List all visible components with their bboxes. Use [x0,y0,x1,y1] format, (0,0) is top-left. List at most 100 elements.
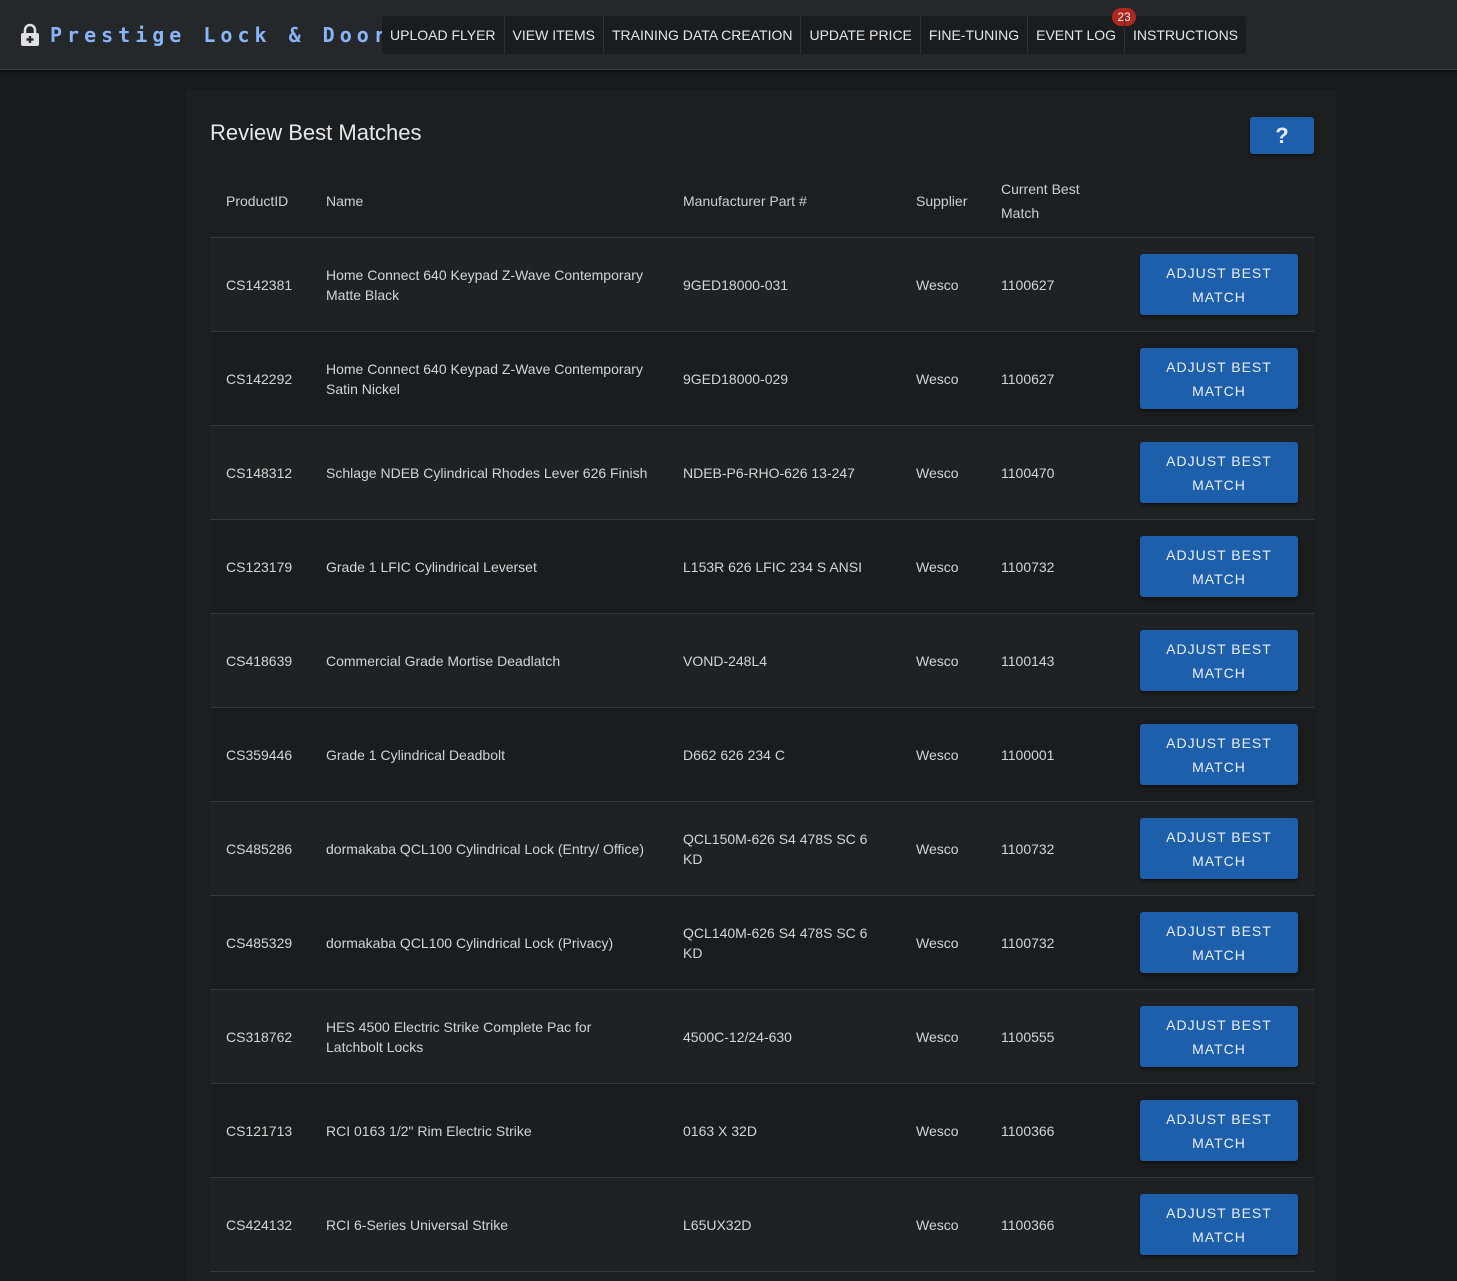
table-row: CS359446 Grade 1 Cylindrical Deadbolt D6… [210,707,1314,802]
adjust-best-match-button[interactable]: ADJUST BEST MATCH [1140,254,1298,315]
nav-instructions[interactable]: INSTRUCTIONS [1124,16,1246,54]
lock-icon [21,23,39,46]
header-current-best-match: Current Best Match [985,165,1103,238]
cell-supplier: Wesco [900,331,985,426]
table-row: CS318762 HES 4500 Electric Strike Comple… [210,989,1314,1084]
cell-name: HES 4500 Electric Strike Complete Pac fo… [310,989,667,1084]
nav-view-items[interactable]: VIEW ITEMS [503,16,603,54]
nav-training-data-creation[interactable]: TRAINING DATA CREATION [603,16,800,54]
nav-fine-tuning[interactable]: FINE-TUNING [919,16,1027,54]
cell-manufacturer-part: L153R 626 LFIC 234 S ANSI [667,519,900,614]
nav-upload-flyer[interactable]: UPLOAD FLYER [382,16,504,54]
cell-current-best-match: 1100470 [985,425,1103,520]
cell-supplier: Wesco [900,425,985,520]
cell-name: Schlage NDEB Cylindrical Rhodes Lever 62… [310,425,667,520]
cell-supplier: Wesco [900,989,985,1084]
cell-product-id: CS359446 [210,707,310,802]
cell-name: Commercial Grade Mortise Deadlatch [310,613,667,708]
table-row: CS142292 Home Connect 640 Keypad Z-Wave … [210,331,1314,426]
cell-name: Grade 1 Cylindrical Deadbolt [310,707,667,802]
cell-action: ADJUST BEST MATCH [1103,237,1314,332]
cell-current-best-match: 1100555 [985,989,1103,1084]
cell-supplier: Wesco [900,707,985,802]
cell-product-id: CS485286 [210,801,310,896]
cell-current-best-match: 1100143 [985,613,1103,708]
cell-product-id: CS148312 [210,425,310,520]
cell-manufacturer-part: L65UX32D [667,1177,900,1272]
table-row: CS148312 Schlage NDEB Cylindrical Rhodes… [210,425,1314,520]
cell-current-best-match: 1100732 [985,895,1103,990]
cell-manufacturer-part: 4500C-12/24-630 [667,989,900,1084]
cell-name: Grade 1 LFIC Cylindrical Leverset [310,519,667,614]
cell-product-id: CS418639 [210,613,310,708]
cell-product-id: CS142292 [210,331,310,426]
cell-action: ADJUST BEST MATCH [1103,613,1314,708]
cell-name: RCI 0163 1/2" Rim Electric Strike [310,1083,667,1178]
cell-product-id: CS318762 [210,989,310,1084]
cell-manufacturer-part: QCL140M-626 S4 478S SC 6 KD [667,895,900,990]
cell-name: Home Connect 640 Keypad Z-Wave Contempor… [310,237,667,332]
table-header-row: ProductID Name Manufacturer Part # Suppl… [210,165,1314,238]
cell-supplier: Wesco [900,1083,985,1178]
cell-manufacturer-part: VOND-248L4 [667,613,900,708]
cell-manufacturer-part: 9GED18000-029 [667,331,900,426]
cell-current-best-match: 1100001 [985,707,1103,802]
adjust-best-match-button[interactable]: ADJUST BEST MATCH [1140,724,1298,785]
nav-update-price[interactable]: UPDATE PRICE [800,16,919,54]
table-row: CS485286 dormakaba QCL100 Cylindrical Lo… [210,801,1314,896]
adjust-best-match-button[interactable]: ADJUST BEST MATCH [1140,1100,1298,1161]
adjust-best-match-button[interactable]: ADJUST BEST MATCH [1140,348,1298,409]
brand[interactable]: Prestige Lock & Door [20,22,391,48]
header-product-id: ProductID [210,165,310,238]
adjust-best-match-button[interactable]: ADJUST BEST MATCH [1140,1006,1298,1067]
help-button[interactable]: ? [1250,117,1314,154]
cell-manufacturer-part: NDEB-P6-RHO-626 13-247 [667,425,900,520]
cell-action: ADJUST BEST MATCH [1103,331,1314,426]
table-row: CS121713 RCI 0163 1/2" Rim Electric Stri… [210,1083,1314,1178]
cell-action: ADJUST BEST MATCH [1103,989,1314,1084]
cell-product-id: CS142381 [210,237,310,332]
cell-action: ADJUST BEST MATCH [1103,1083,1314,1178]
cell-name: RCI 6-Series Universal Strike [310,1177,667,1272]
table-row: CS418639 Commercial Grade Mortise Deadla… [210,613,1314,708]
header-action [1103,165,1314,238]
cell-product-id: CS424132 [210,1177,310,1272]
table-row: CS123179 Grade 1 LFIC Cylindrical Levers… [210,519,1314,614]
header-name: Name [310,165,667,238]
table-row: CS485329 dormakaba QCL100 Cylindrical Lo… [210,895,1314,990]
header-manufacturer-part: Manufacturer Part # [667,165,900,238]
cell-current-best-match: 1100627 [985,237,1103,332]
cell-action: ADJUST BEST MATCH [1103,707,1314,802]
cell-supplier: Wesco [900,895,985,990]
adjust-best-match-button[interactable]: ADJUST BEST MATCH [1140,442,1298,503]
cell-current-best-match: 1100732 [985,801,1103,896]
adjust-best-match-button[interactable]: ADJUST BEST MATCH [1140,630,1298,691]
cell-action: ADJUST BEST MATCH [1103,895,1314,990]
adjust-best-match-button[interactable]: ADJUST BEST MATCH [1140,536,1298,597]
brand-name: Prestige Lock & Door [50,23,391,47]
cell-action: ADJUST BEST MATCH [1103,801,1314,896]
cell-current-best-match: 1100366 [985,1177,1103,1272]
cell-current-best-match: 1100732 [985,519,1103,614]
main-nav: UPLOAD FLYER VIEW ITEMS TRAINING DATA CR… [382,8,1247,54]
cell-manufacturer-part: 9GED18000-031 [667,237,900,332]
cell-supplier: Wesco [900,237,985,332]
cell-manufacturer-part: QCL150M-626 S4 478S SC 6 KD [667,801,900,896]
cell-product-id: CS121713 [210,1083,310,1178]
table-row: CS424132 RCI 6-Series Universal Strike L… [210,1177,1314,1272]
page-title: Review Best Matches [210,120,422,145]
header-supplier: Supplier [900,165,985,238]
nav-event-log-label: EVENT LOG [1036,27,1117,43]
cell-supplier: Wesco [900,801,985,896]
cell-product-id: CS123179 [210,519,310,614]
cell-supplier: Wesco [900,1177,985,1272]
adjust-best-match-button[interactable]: ADJUST BEST MATCH [1140,818,1298,879]
table-row: CS142381 Home Connect 640 Keypad Z-Wave … [210,237,1314,332]
adjust-best-match-button[interactable]: ADJUST BEST MATCH [1140,912,1298,973]
nav-event-log[interactable]: EVENT LOG 23 [1027,8,1137,54]
best-matches-table: ProductID Name Manufacturer Part # Suppl… [210,165,1314,1272]
cell-current-best-match: 1100366 [985,1083,1103,1178]
adjust-best-match-button[interactable]: ADJUST BEST MATCH [1140,1194,1298,1255]
cell-supplier: Wesco [900,519,985,614]
cell-product-id: CS485329 [210,895,310,990]
